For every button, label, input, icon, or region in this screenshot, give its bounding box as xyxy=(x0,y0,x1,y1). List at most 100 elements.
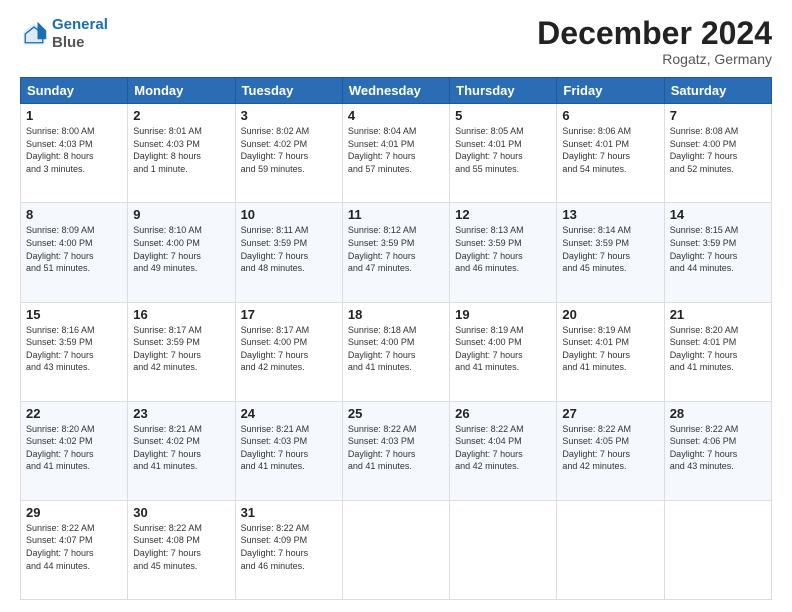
calendar-table: SundayMondayTuesdayWednesdayThursdayFrid… xyxy=(20,77,772,600)
month-title: December 2024 xyxy=(537,16,772,51)
day-header-thursday: Thursday xyxy=(450,78,557,104)
calendar-cell: 24Sunrise: 8:21 AM Sunset: 4:03 PM Dayli… xyxy=(235,401,342,500)
day-info: Sunrise: 8:22 AM Sunset: 4:07 PM Dayligh… xyxy=(26,522,122,572)
calendar-cell: 14 Sunrise: 8:15 AM Sunset: 3:59 PM Dayli… xyxy=(664,203,771,302)
day-info: Sunrise: 8:22 AM Sunset: 4:04 PM Dayligh… xyxy=(455,423,551,473)
day-number: 12 xyxy=(455,207,551,222)
day-info: Sunrise: 8:00 AM Sunset: 4:03 PM Dayligh… xyxy=(26,125,122,175)
calendar-cell xyxy=(342,500,449,599)
calendar-cell: 12 Sunrise: 8:13 AM Sunset: 3:59 PM Dayli… xyxy=(450,203,557,302)
calendar-cell: 22 Sunrise: 8:20 AM Sunset: 4:02 PM Dayli… xyxy=(21,401,128,500)
day-number: 29 xyxy=(26,505,122,520)
calendar-cell: 28 Sunrise: 8:22 AM Sunset: 4:06 PM Dayli… xyxy=(664,401,771,500)
day-info: Sunrise: 8:08 AM Sunset: 4:00 PM Dayligh… xyxy=(670,125,766,175)
calendar-cell: 1 Sunrise: 8:00 AM Sunset: 4:03 PM Daylig… xyxy=(21,104,128,203)
calendar-cell: 13 Sunrise: 8:14 AM Sunset: 3:59 PM Dayli… xyxy=(557,203,664,302)
calendar-cell: 9 Sunrise: 8:10 AM Sunset: 4:00 PM Daylig… xyxy=(128,203,235,302)
day-header-friday: Friday xyxy=(557,78,664,104)
calendar-cell: 4Sunrise: 8:04 AM Sunset: 4:01 PM Daylig… xyxy=(342,104,449,203)
day-number: 5 xyxy=(455,108,551,123)
day-info: Sunrise: 8:22 AM Sunset: 4:06 PM Dayligh… xyxy=(670,423,766,473)
day-info: Sunrise: 8:20 AM Sunset: 4:02 PM Dayligh… xyxy=(26,423,122,473)
day-number: 9 xyxy=(133,207,229,222)
calendar-cell: 15 Sunrise: 8:16 AM Sunset: 3:59 PM Dayli… xyxy=(21,302,128,401)
day-info: Sunrise: 8:10 AM Sunset: 4:00 PM Dayligh… xyxy=(133,224,229,274)
day-number: 3 xyxy=(241,108,337,123)
calendar-cell: 7Sunrise: 8:08 AM Sunset: 4:00 PM Daylig… xyxy=(664,104,771,203)
day-header-monday: Monday xyxy=(128,78,235,104)
day-info: Sunrise: 8:22 AM Sunset: 4:05 PM Dayligh… xyxy=(562,423,658,473)
page: General Blue December 2024 Rogatz, Germa… xyxy=(0,0,792,612)
calendar-week-4: 22 Sunrise: 8:20 AM Sunset: 4:02 PM Dayli… xyxy=(21,401,772,500)
day-number: 2 xyxy=(133,108,229,123)
day-info: Sunrise: 8:20 AM Sunset: 4:01 PM Dayligh… xyxy=(670,324,766,374)
calendar-cell: 8Sunrise: 8:09 AM Sunset: 4:00 PM Daylig… xyxy=(21,203,128,302)
day-info: Sunrise: 8:09 AM Sunset: 4:00 PM Dayligh… xyxy=(26,224,122,274)
day-info: Sunrise: 8:12 AM Sunset: 3:59 PM Dayligh… xyxy=(348,224,444,274)
day-info: Sunrise: 8:22 AM Sunset: 4:08 PM Dayligh… xyxy=(133,522,229,572)
day-number: 28 xyxy=(670,406,766,421)
day-info: Sunrise: 8:19 AM Sunset: 4:01 PM Dayligh… xyxy=(562,324,658,374)
calendar-cell: 29 Sunrise: 8:22 AM Sunset: 4:07 PM Dayli… xyxy=(21,500,128,599)
day-number: 27 xyxy=(562,406,658,421)
day-info: Sunrise: 8:05 AM Sunset: 4:01 PM Dayligh… xyxy=(455,125,551,175)
day-info: Sunrise: 8:22 AM Sunset: 4:03 PM Dayligh… xyxy=(348,423,444,473)
calendar-cell xyxy=(450,500,557,599)
day-info: Sunrise: 8:14 AM Sunset: 3:59 PM Dayligh… xyxy=(562,224,658,274)
day-info: Sunrise: 8:11 AM Sunset: 3:59 PM Dayligh… xyxy=(241,224,337,274)
calendar-cell: 2Sunrise: 8:01 AM Sunset: 4:03 PM Daylig… xyxy=(128,104,235,203)
day-number: 23 xyxy=(133,406,229,421)
logo: General Blue xyxy=(20,16,108,52)
day-info: Sunrise: 8:13 AM Sunset: 3:59 PM Dayligh… xyxy=(455,224,551,274)
calendar-week-5: 29 Sunrise: 8:22 AM Sunset: 4:07 PM Dayli… xyxy=(21,500,772,599)
logo-text: General Blue xyxy=(52,16,108,52)
calendar-cell: 19 Sunrise: 8:19 AM Sunset: 4:00 PM Dayli… xyxy=(450,302,557,401)
day-number: 19 xyxy=(455,307,551,322)
calendar-cell: 26 Sunrise: 8:22 AM Sunset: 4:04 PM Dayli… xyxy=(450,401,557,500)
calendar-cell: 20 Sunrise: 8:19 AM Sunset: 4:01 PM Dayli… xyxy=(557,302,664,401)
day-header-tuesday: Tuesday xyxy=(235,78,342,104)
day-info: Sunrise: 8:22 AM Sunset: 4:09 PM Dayligh… xyxy=(241,522,337,572)
day-number: 1 xyxy=(26,108,122,123)
calendar-cell: 3 Sunrise: 8:02 AM Sunset: 4:02 PM Daylig… xyxy=(235,104,342,203)
day-number: 31 xyxy=(241,505,337,520)
calendar-cell: 31 Sunrise: 8:22 AM Sunset: 4:09 PM Dayli… xyxy=(235,500,342,599)
calendar-cell: 18 Sunrise: 8:18 AM Sunset: 4:00 PM Dayli… xyxy=(342,302,449,401)
calendar-week-3: 15 Sunrise: 8:16 AM Sunset: 3:59 PM Dayli… xyxy=(21,302,772,401)
day-number: 18 xyxy=(348,307,444,322)
day-header-sunday: Sunday xyxy=(21,78,128,104)
day-number: 22 xyxy=(26,406,122,421)
logo-icon xyxy=(20,20,48,48)
day-number: 10 xyxy=(241,207,337,222)
day-number: 30 xyxy=(133,505,229,520)
day-number: 26 xyxy=(455,406,551,421)
calendar-week-2: 8Sunrise: 8:09 AM Sunset: 4:00 PM Daylig… xyxy=(21,203,772,302)
calendar-cell: 21 Sunrise: 8:20 AM Sunset: 4:01 PM Dayli… xyxy=(664,302,771,401)
day-header-saturday: Saturday xyxy=(664,78,771,104)
day-info: Sunrise: 8:15 AM Sunset: 3:59 PM Dayligh… xyxy=(670,224,766,274)
day-number: 20 xyxy=(562,307,658,322)
day-info: Sunrise: 8:16 AM Sunset: 3:59 PM Dayligh… xyxy=(26,324,122,374)
title-block: December 2024 Rogatz, Germany xyxy=(537,16,772,67)
day-info: Sunrise: 8:18 AM Sunset: 4:00 PM Dayligh… xyxy=(348,324,444,374)
calendar-cell: 10 Sunrise: 8:11 AM Sunset: 3:59 PM Dayli… xyxy=(235,203,342,302)
day-number: 11 xyxy=(348,207,444,222)
day-info: Sunrise: 8:02 AM Sunset: 4:02 PM Dayligh… xyxy=(241,125,337,175)
day-info: Sunrise: 8:04 AM Sunset: 4:01 PM Dayligh… xyxy=(348,125,444,175)
day-number: 6 xyxy=(562,108,658,123)
day-info: Sunrise: 8:21 AM Sunset: 4:02 PM Dayligh… xyxy=(133,423,229,473)
day-number: 24 xyxy=(241,406,337,421)
day-info: Sunrise: 8:19 AM Sunset: 4:00 PM Dayligh… xyxy=(455,324,551,374)
calendar-week-1: 1 Sunrise: 8:00 AM Sunset: 4:03 PM Daylig… xyxy=(21,104,772,203)
calendar-cell xyxy=(557,500,664,599)
day-number: 21 xyxy=(670,307,766,322)
day-info: Sunrise: 8:17 AM Sunset: 4:00 PM Dayligh… xyxy=(241,324,337,374)
calendar-cell: 17 Sunrise: 8:17 AM Sunset: 4:00 PM Dayli… xyxy=(235,302,342,401)
day-number: 17 xyxy=(241,307,337,322)
day-number: 15 xyxy=(26,307,122,322)
header: General Blue December 2024 Rogatz, Germa… xyxy=(20,16,772,67)
calendar-cell: 6Sunrise: 8:06 AM Sunset: 4:01 PM Daylig… xyxy=(557,104,664,203)
calendar-cell: 30 Sunrise: 8:22 AM Sunset: 4:08 PM Dayli… xyxy=(128,500,235,599)
day-number: 13 xyxy=(562,207,658,222)
day-number: 14 xyxy=(670,207,766,222)
